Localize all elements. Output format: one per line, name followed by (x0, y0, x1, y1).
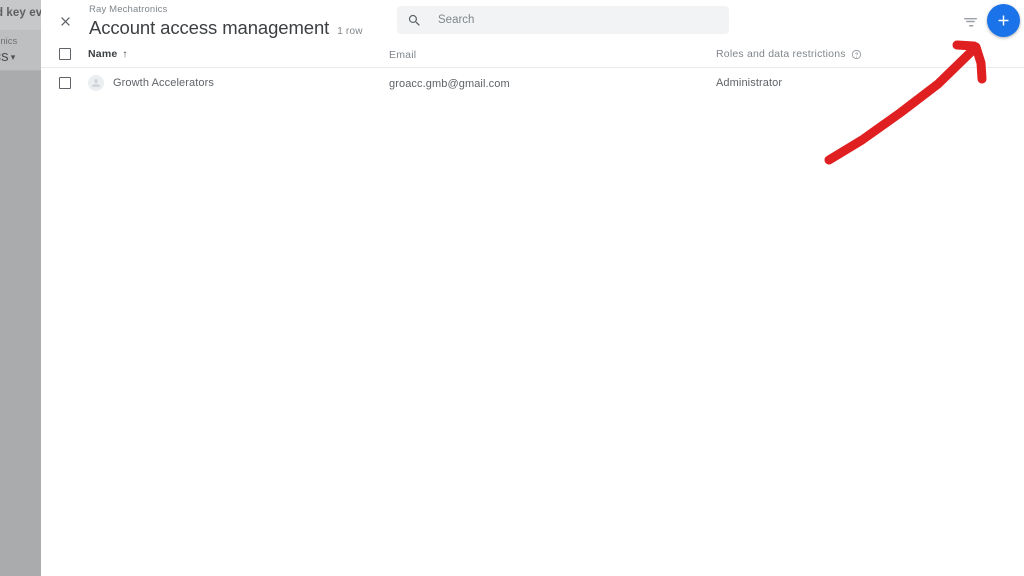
cell-name-label: Growth Accelerators (113, 77, 214, 89)
close-icon (60, 16, 70, 26)
column-header-email[interactable]: Email (389, 45, 716, 63)
title-row: Account access management 1 row (89, 17, 363, 39)
chevron-down-icon: ▾ (10, 51, 16, 62)
plus-icon (998, 15, 1009, 26)
title-block: Ray Mechatronics Account access manageme… (89, 4, 363, 39)
help-circle-icon[interactable] (851, 49, 862, 60)
column-header-roles[interactable]: Roles and data restrictions (716, 48, 1024, 60)
sort-ascending-icon: ↑ (122, 48, 128, 60)
search-box[interactable] (397, 6, 729, 34)
column-header-name[interactable]: Name ↑ (88, 48, 389, 60)
account-access-management-panel: Ray Mechatronics Account access manageme… (41, 0, 1024, 576)
users-table: Name ↑ Email Roles and data restrictions (41, 41, 1024, 98)
table-row[interactable]: Growth Accelerators groacc.gmb@gmail.com… (41, 68, 1024, 98)
account-name: Ray Mechatronics (89, 4, 168, 15)
cell-name: Growth Accelerators (88, 75, 389, 91)
select-all-cell[interactable] (41, 48, 88, 60)
search-input[interactable] (438, 14, 719, 26)
screen-root: d key eve atronics nics▾ Ray Mechatronic… (0, 0, 1024, 576)
cell-email: groacc.gmb@gmail.com (389, 74, 716, 92)
background-account-selector-label: nics (0, 48, 9, 65)
column-header-roles-label: Roles and data restrictions (716, 48, 846, 60)
add-button[interactable] (987, 4, 1020, 37)
row-select-cell[interactable] (41, 77, 88, 89)
table-header-row: Name ↑ Email Roles and data restrictions (41, 41, 1024, 68)
page-title: Account access management (89, 17, 330, 38)
person-avatar-icon (92, 79, 100, 87)
row-count-label: 1 row (337, 26, 363, 37)
background-account-selector: nics▾ (0, 48, 15, 65)
search-icon (408, 14, 420, 26)
row-checkbox[interactable] (58, 77, 71, 89)
select-all-checkbox[interactable] (58, 48, 71, 60)
filter-list-icon (963, 17, 977, 26)
background-text-account: atronics (0, 36, 18, 47)
background-page-strip: d key eve atronics nics▾ (0, 0, 41, 576)
filter-button[interactable] (957, 8, 983, 34)
panel-header: Ray Mechatronics Account access manageme… (41, 0, 1024, 41)
cell-roles-label: Administrator (716, 77, 783, 89)
close-button[interactable] (52, 8, 78, 34)
avatar (88, 75, 104, 91)
column-header-email-label: Email (389, 49, 417, 61)
cell-email-label: groacc.gmb@gmail.com (389, 78, 510, 90)
cell-roles: Administrator (716, 77, 1024, 89)
background-text-key-events: d key eve (0, 7, 41, 19)
column-header-name-label: Name (88, 48, 118, 60)
